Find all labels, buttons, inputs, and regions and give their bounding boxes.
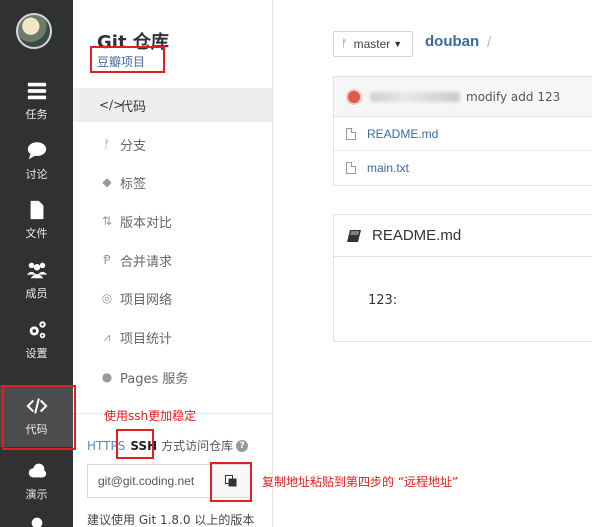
protocol-description: 方式访问仓库	[161, 439, 234, 453]
subnav-item-merge-requests[interactable]: Ᵽ 合并请求	[73, 243, 272, 277]
subnav-item-label: 代码	[120, 99, 147, 115]
commit-author-avatar[interactable]	[346, 88, 362, 105]
help-icon[interactable]: ?	[236, 439, 249, 452]
left-rail: 任务 讨论 文件 成员 设置 代码 演示	[0, 0, 73, 527]
user-avatar[interactable]	[16, 13, 52, 49]
project-name[interactable]: 豆瓣项目	[97, 53, 145, 70]
cloud-icon	[28, 463, 46, 478]
book-icon	[347, 229, 361, 242]
file-icon	[346, 127, 356, 140]
rail-label: 文件	[25, 227, 48, 240]
gears-icon	[29, 321, 46, 339]
git-version-tip: 建议使用 Git 1.8.0 以上的版本	[87, 513, 255, 527]
rail-label: 演示	[25, 488, 48, 501]
file-name[interactable]: README.md	[367, 127, 438, 141]
chat-icon	[27, 142, 46, 160]
code-icon	[25, 398, 48, 414]
members-icon	[26, 262, 47, 279]
chevron-down-icon: ▼	[393, 39, 403, 49]
file-icon	[30, 200, 43, 220]
readme-title: README.md	[372, 227, 462, 244]
branch-icon: ᚠ	[103, 137, 111, 151]
branch-icon: ᚠ	[341, 38, 348, 50]
repo-breadcrumb[interactable]: douban	[425, 33, 479, 50]
network-icon: ◎	[101, 291, 113, 305]
clone-protocol-selector: HTTPS SSH 方式访问仓库 ?	[87, 437, 249, 454]
compare-icon: ⇅	[101, 214, 113, 228]
ssh-protocol-link[interactable]: SSH	[130, 439, 157, 453]
commit-message[interactable]: modify add 123	[466, 90, 560, 104]
rail-item-settings[interactable]: 设置	[0, 311, 73, 369]
rail-label: 代码	[25, 423, 48, 436]
rail-label: 任务	[25, 108, 48, 121]
subnav-item-tags[interactable]: ◆ 标签	[73, 165, 272, 199]
https-protocol-link[interactable]: HTTPS	[87, 439, 125, 453]
clone-url-field[interactable]: git@git.coding.net	[87, 464, 210, 498]
subnav-item-network[interactable]: ◎ 项目网络	[73, 281, 272, 315]
repo-subnav: Git 仓库 豆瓣项目 </> 代码 ᚠ 分支 ◆ 标签 ⇅ 版本对比 Ᵽ 合并…	[73, 0, 273, 527]
subnav-item-branches[interactable]: ᚠ 分支	[73, 127, 272, 161]
tag-icon: ◆	[102, 175, 112, 189]
rail-item-files[interactable]: 文件	[0, 191, 73, 249]
merge-request-icon: Ᵽ	[103, 253, 111, 267]
subnav-item-label: 版本对比	[120, 215, 173, 231]
rail-label: 讨论	[25, 168, 48, 181]
repo-section-title: Git 仓库	[97, 32, 169, 53]
list-icon	[27, 82, 46, 100]
subnav-item-label: 项目网络	[120, 292, 173, 308]
file-name[interactable]: main.txt	[367, 161, 409, 175]
rail-item-more[interactable]	[0, 515, 73, 527]
copy-url-button[interactable]	[210, 464, 252, 498]
pages-icon: ●	[101, 370, 113, 384]
list-item[interactable]: README.md	[334, 117, 592, 151]
subnav-item-label: Pages 服务	[120, 371, 189, 387]
rail-item-members[interactable]: 成员	[0, 251, 73, 309]
file-list: modify add 123 README.md main.txt	[333, 76, 592, 186]
rail-item-code[interactable]: 代码	[0, 385, 73, 447]
readme-header: README.md	[334, 215, 592, 257]
subnav-item-stats[interactable]: ⩘ 项目统计	[73, 320, 272, 354]
rail-item-demo[interactable]: 演示	[0, 452, 73, 510]
readme-content: 123:	[368, 293, 398, 308]
file-icon	[346, 162, 356, 174]
rail-item-discussion[interactable]: 讨论	[0, 132, 73, 190]
latest-commit: modify add 123	[334, 77, 592, 117]
annotation-ssh-note: 使用ssh更加稳定	[104, 409, 197, 423]
branch-name: master	[353, 37, 391, 51]
rail-item-tasks[interactable]: 任务	[0, 72, 73, 130]
annotation-copy-note: 复制地址粘贴到第四步的 “远程地址”	[262, 475, 459, 489]
list-item[interactable]: main.txt	[334, 151, 592, 185]
code-icon: </>	[99, 98, 124, 112]
gear-icon	[31, 517, 42, 527]
subnav-item-label: 合并请求	[120, 254, 173, 270]
subnav-item-code[interactable]: </> 代码	[73, 88, 272, 122]
readme-panel: README.md 123:	[333, 214, 592, 342]
stats-icon: ⩘	[103, 329, 111, 344]
rail-label: 设置	[25, 347, 48, 360]
commit-author-redacted	[370, 91, 460, 102]
breadcrumb-separator: /	[487, 34, 492, 51]
rail-label: 成员	[25, 287, 48, 300]
subnav-item-compare[interactable]: ⇅ 版本对比	[73, 204, 272, 238]
clipboard-icon	[225, 475, 237, 487]
subnav-item-pages[interactable]: ● Pages 服务	[73, 360, 272, 394]
subnav-item-label: 标签	[120, 176, 147, 192]
subnav-item-label: 分支	[120, 138, 147, 154]
subnav-item-label: 项目统计	[120, 331, 173, 347]
branch-selector[interactable]: ᚠ master ▼	[333, 31, 413, 57]
